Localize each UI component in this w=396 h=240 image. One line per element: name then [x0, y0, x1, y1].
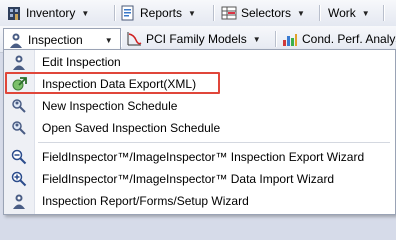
pci-family-models-menu[interactable]: PCI Family Models ▼ — [126, 29, 261, 49]
work-menu[interactable]: Work ▼ — [328, 3, 370, 23]
magnifier-person-icon — [11, 120, 27, 136]
reports-menu[interactable]: Reports ▼ — [120, 3, 196, 23]
inspector-person-icon — [11, 54, 27, 70]
magnifier-plus-icon — [11, 171, 27, 187]
inspection-menu-content: Inspection ▼ — [8, 30, 113, 50]
menu-item-label: FieldInspector™/ImageInspector™ Inspecti… — [42, 150, 365, 164]
inventory-menu[interactable]: Inventory ▼ — [6, 3, 89, 23]
chevron-down-icon: ▼ — [297, 8, 305, 18]
cond-perf-analysis-menu[interactable]: Cond. Perf. Analys — [282, 29, 396, 49]
menu-item-label: FieldInspector™/ImageInspector™ Data Imp… — [42, 172, 335, 186]
menu-item-inspection-report-wizard[interactable]: Inspection Report/Forms/Setup Wizard — [4, 190, 395, 212]
work-label: Work — [328, 6, 356, 20]
menu-item-fieldinspector-export-wizard[interactable]: FieldInspector™/ImageInspector™ Inspecti… — [4, 146, 395, 168]
menu-item-label: New Inspection Schedule — [42, 99, 178, 113]
toolbar-separator — [114, 5, 116, 21]
menu-item-open-saved-inspection-schedule[interactable]: Open Saved Inspection Schedule — [4, 117, 395, 139]
toolbar-separator — [213, 5, 215, 21]
bar-chart-icon — [282, 31, 298, 47]
menu-item-label: Edit Inspection — [42, 55, 121, 69]
curve-chart-icon — [126, 31, 142, 47]
toolbar-separator — [275, 31, 277, 47]
selector-grid-icon — [221, 5, 237, 21]
toolbar-separator — [383, 5, 385, 21]
inventory-label: Inventory — [26, 6, 76, 20]
building-icon — [6, 5, 22, 21]
menu-item-edit-inspection[interactable]: Edit Inspection — [4, 51, 395, 73]
highlight-box — [5, 72, 220, 94]
inspection-label: Inspection — [28, 33, 83, 47]
inspection-menu[interactable]: Inspection ▼ — [3, 28, 121, 51]
magnifier-person-icon — [11, 98, 27, 114]
menu-item-label: Inspection Report/Forms/Setup Wizard — [42, 194, 249, 208]
chevron-down-icon: ▼ — [81, 8, 90, 18]
chevron-down-icon: ▼ — [104, 35, 113, 45]
main-toolbar-row-1: Inventory ▼ Reports ▼ Selectors ▼ Work ▼ — [0, 0, 396, 27]
pci-family-models-label: PCI Family Models — [146, 32, 247, 46]
menu-item-new-inspection-schedule[interactable]: New Inspection Schedule — [4, 95, 395, 117]
menu-item-label: Open Saved Inspection Schedule — [42, 121, 221, 135]
toolbar-separator — [319, 5, 321, 21]
inspector-icon — [8, 32, 24, 48]
chevron-down-icon: ▼ — [188, 8, 196, 18]
selectors-menu[interactable]: Selectors ▼ — [221, 3, 305, 23]
inspector-person-icon — [11, 193, 27, 209]
menu-item-fieldinspector-import-wizard[interactable]: FieldInspector™/ImageInspector™ Data Imp… — [4, 168, 395, 190]
chevron-down-icon: ▼ — [252, 34, 261, 44]
reports-label: Reports — [140, 6, 183, 20]
cond-perf-analysis-label: Cond. Perf. Analys — [302, 32, 396, 46]
report-icon — [120, 5, 136, 21]
chevron-down-icon: ▼ — [361, 8, 370, 18]
magnifier-minus-icon — [11, 149, 27, 165]
menu-separator — [38, 142, 390, 143]
selectors-label: Selectors — [241, 6, 292, 20]
